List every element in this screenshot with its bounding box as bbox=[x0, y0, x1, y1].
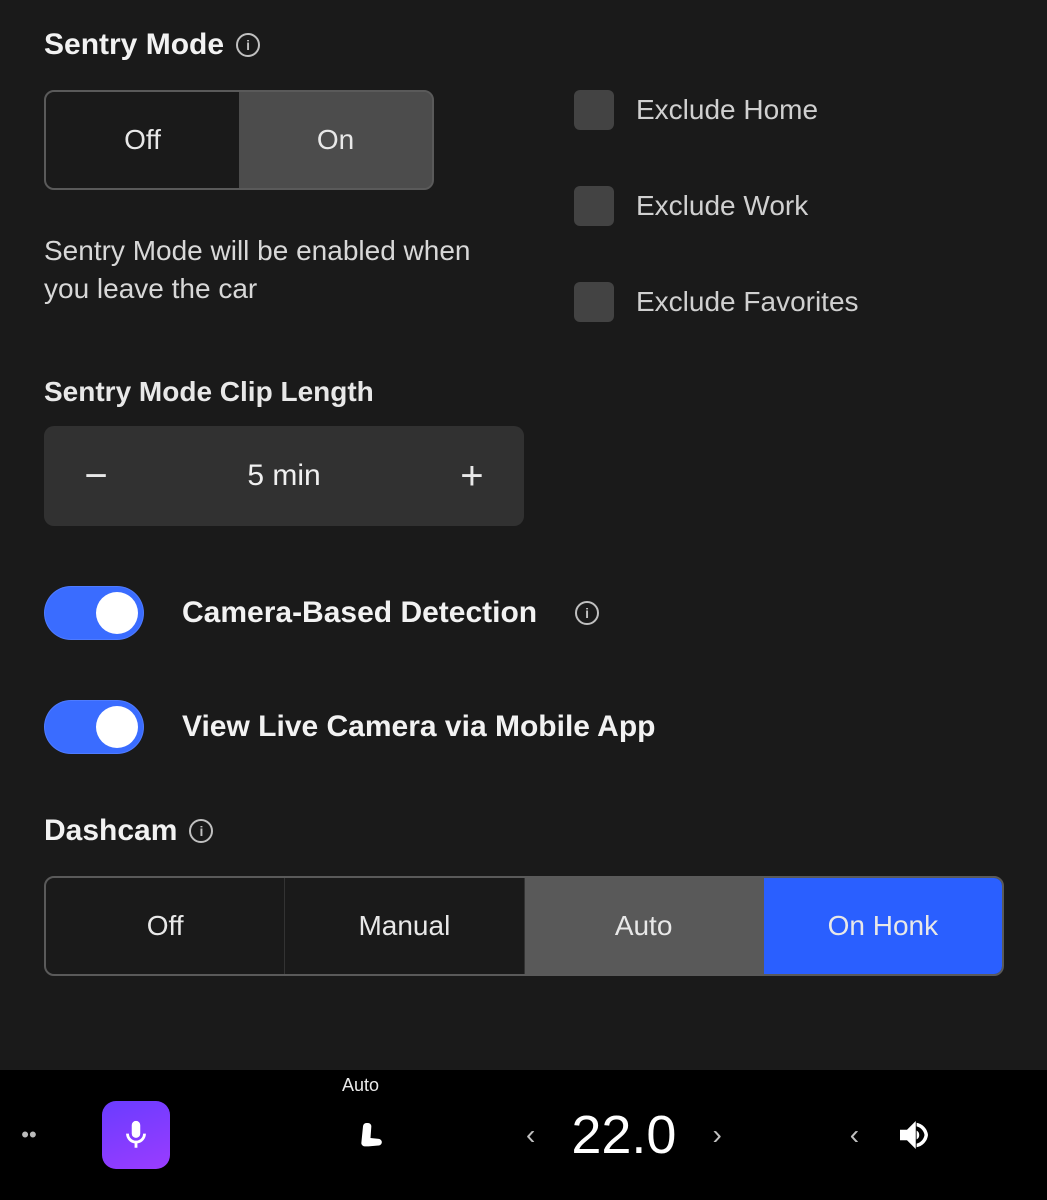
speaker-icon[interactable] bbox=[893, 1114, 935, 1156]
dashcam-onhonk-button[interactable]: On Honk bbox=[764, 878, 1002, 974]
seat-heater-button[interactable]: Auto bbox=[338, 1111, 408, 1160]
voice-command-button[interactable] bbox=[102, 1101, 170, 1169]
volume-control: ‹ bbox=[840, 1113, 935, 1157]
exclude-home-label: Exclude Home bbox=[636, 94, 818, 126]
exclude-work-checkbox[interactable] bbox=[574, 186, 614, 226]
sentry-title: Sentry Mode bbox=[44, 28, 224, 62]
exclude-work-row[interactable]: Exclude Work bbox=[574, 186, 859, 226]
exclude-list: Exclude Home Exclude Work Exclude Favori… bbox=[574, 90, 859, 322]
camera-detection-toggle[interactable] bbox=[44, 586, 144, 640]
clip-length-value: 5 min bbox=[247, 459, 320, 493]
temp-down-button[interactable]: ‹ bbox=[516, 1113, 545, 1157]
clip-length-stepper: − 5 min + bbox=[44, 426, 524, 526]
dashcam-manual-button[interactable]: Manual bbox=[285, 878, 524, 974]
exclude-favorites-label: Exclude Favorites bbox=[636, 286, 859, 318]
sentry-header: Sentry Mode i bbox=[44, 28, 1003, 62]
volume-down-button[interactable]: ‹ bbox=[840, 1113, 869, 1157]
sentry-toggle: Off On bbox=[44, 90, 434, 190]
clip-increase-button[interactable]: + bbox=[448, 454, 496, 499]
dashcam-off-button[interactable]: Off bbox=[46, 878, 285, 974]
dashcam-title: Dashcam bbox=[44, 814, 177, 848]
exclude-favorites-checkbox[interactable] bbox=[574, 282, 614, 322]
dashcam-auto-button[interactable]: Auto bbox=[525, 878, 764, 974]
clip-decrease-button[interactable]: − bbox=[72, 454, 120, 499]
dashcam-mode-selector: Off Manual Auto On Honk bbox=[44, 876, 1004, 976]
temp-up-button[interactable]: › bbox=[702, 1113, 731, 1157]
temperature-control: ‹ 22.0 › bbox=[516, 1104, 732, 1166]
microphone-icon bbox=[119, 1118, 153, 1152]
dashcam-header: Dashcam i bbox=[44, 814, 1003, 848]
info-icon[interactable]: i bbox=[236, 33, 260, 57]
sentry-status-text: Sentry Mode will be enabled when you lea… bbox=[44, 232, 514, 308]
live-camera-label: View Live Camera via Mobile App bbox=[182, 710, 656, 744]
live-camera-toggle[interactable] bbox=[44, 700, 144, 754]
exclude-work-label: Exclude Work bbox=[636, 190, 808, 222]
info-icon[interactable]: i bbox=[189, 819, 213, 843]
info-icon[interactable]: i bbox=[575, 601, 599, 625]
live-camera-row: View Live Camera via Mobile App bbox=[44, 700, 1003, 754]
seat-mode-label: Auto bbox=[342, 1075, 379, 1096]
sentry-on-button[interactable]: On bbox=[239, 92, 432, 188]
sentry-off-button[interactable]: Off bbox=[46, 92, 239, 188]
bottom-bar: •• Auto ‹ 22.0 › ‹ bbox=[0, 1070, 1047, 1200]
more-icon[interactable]: •• bbox=[12, 1122, 46, 1148]
temperature-value: 22.0 bbox=[571, 1104, 676, 1166]
exclude-home-checkbox[interactable] bbox=[574, 90, 614, 130]
clip-length-label: Sentry Mode Clip Length bbox=[44, 376, 1003, 408]
seat-icon bbox=[353, 1111, 393, 1155]
exclude-favorites-row[interactable]: Exclude Favorites bbox=[574, 282, 859, 322]
camera-detection-label: Camera-Based Detection bbox=[182, 596, 537, 630]
exclude-home-row[interactable]: Exclude Home bbox=[574, 90, 859, 130]
camera-detection-row: Camera-Based Detection i bbox=[44, 586, 1003, 640]
